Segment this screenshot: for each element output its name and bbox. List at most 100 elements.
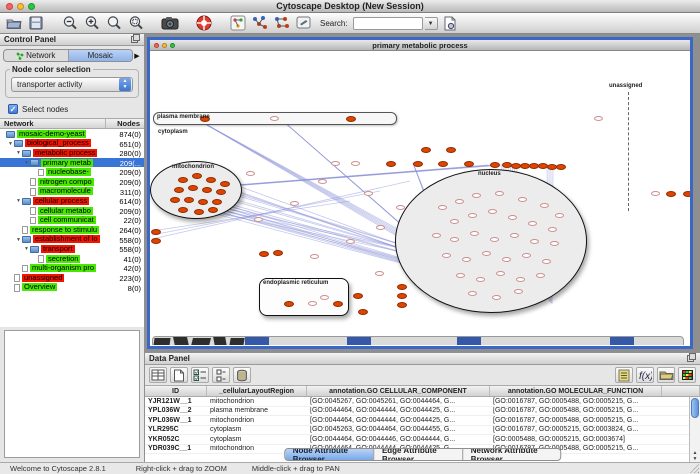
gene-node[interactable] bbox=[375, 271, 384, 276]
tree-item-label[interactable]: cellular process bbox=[33, 197, 89, 205]
column-header[interactable]: annotation.GO CELLULAR_COMPONENT bbox=[307, 386, 490, 396]
gene-node[interactable] bbox=[522, 253, 531, 258]
zoom-out-icon[interactable] bbox=[60, 14, 80, 32]
gene-node[interactable] bbox=[206, 177, 216, 183]
view-maximize-button[interactable] bbox=[170, 43, 175, 48]
gene-node[interactable] bbox=[548, 227, 557, 232]
gene-node[interactable] bbox=[364, 191, 373, 196]
view-close-button[interactable] bbox=[154, 43, 159, 48]
new-attribute-icon[interactable] bbox=[170, 367, 188, 383]
gene-node[interactable] bbox=[492, 295, 501, 300]
scrollbar-thumb[interactable] bbox=[691, 398, 699, 418]
tab-network[interactable]: Network bbox=[4, 50, 69, 61]
gene-node[interactable] bbox=[542, 259, 551, 264]
tree-row[interactable]: nitrogen compo209(0) bbox=[0, 177, 144, 187]
table-row[interactable]: YKR052Ccytoplasm[GO:0044464, GO:0044446,… bbox=[145, 435, 700, 445]
gene-node[interactable] bbox=[536, 273, 545, 278]
column-header[interactable]: annotation.GO MOLECULAR_FUNCTION bbox=[490, 386, 662, 396]
tab-edge-attribute-browser[interactable]: Edge Attribute Browser bbox=[374, 449, 463, 460]
gene-node[interactable] bbox=[421, 147, 431, 153]
tree-item-label[interactable]: cellular metabo bbox=[38, 207, 93, 215]
gene-node[interactable] bbox=[528, 221, 537, 226]
gene-node[interactable] bbox=[178, 177, 188, 183]
gene-node[interactable] bbox=[464, 161, 474, 167]
gene-node[interactable] bbox=[216, 189, 226, 195]
table-row[interactable]: YPL036W__1mitochondrion[GO:0044464, GO:0… bbox=[145, 416, 700, 426]
import-attributes-icon[interactable] bbox=[657, 367, 675, 383]
gene-node[interactable] bbox=[455, 199, 464, 204]
gene-node[interactable] bbox=[184, 197, 194, 203]
gene-node[interactable] bbox=[468, 213, 477, 218]
attribute-table-icon[interactable] bbox=[149, 367, 167, 383]
tree-item-label[interactable]: response to stimulu bbox=[30, 226, 99, 234]
gene-node[interactable] bbox=[470, 231, 479, 236]
matrix-icon[interactable] bbox=[678, 367, 696, 383]
expander-icon[interactable]: ▼ bbox=[24, 246, 29, 252]
tree-item-label[interactable]: metabolic process bbox=[33, 149, 97, 157]
tab-mosaic[interactable]: Mosaic bbox=[69, 50, 133, 61]
gene-node[interactable] bbox=[472, 193, 481, 198]
tree-row[interactable]: unassigned223(0) bbox=[0, 273, 144, 283]
tree-row[interactable]: ▼primary metab209(... bbox=[0, 158, 144, 168]
close-window-button[interactable] bbox=[6, 3, 13, 10]
tree-item-label[interactable]: primary metab bbox=[41, 159, 93, 167]
tree-row[interactable]: ▼metabolic process280(0) bbox=[0, 148, 144, 158]
gene-node[interactable] bbox=[202, 187, 212, 193]
tree-row[interactable]: secretion41(0) bbox=[0, 254, 144, 264]
gene-node[interactable] bbox=[273, 250, 283, 256]
gene-node[interactable] bbox=[178, 207, 188, 213]
gene-node[interactable] bbox=[482, 251, 491, 256]
gene-node[interactable] bbox=[174, 187, 184, 193]
camera-icon[interactable] bbox=[160, 14, 180, 32]
tree-item-label[interactable]: transport bbox=[41, 245, 75, 253]
gene-node[interactable] bbox=[397, 302, 407, 308]
gene-node[interactable] bbox=[353, 293, 363, 299]
gene-node[interactable] bbox=[308, 301, 317, 306]
zoom-selected-icon[interactable] bbox=[104, 14, 124, 32]
table-scrollbar[interactable]: ▲▼ bbox=[689, 397, 700, 462]
birds-eye-view[interactable] bbox=[4, 330, 140, 458]
gene-node[interactable] bbox=[212, 199, 222, 205]
gene-node[interactable] bbox=[540, 203, 549, 208]
tree-row[interactable]: cell communicat22(0) bbox=[0, 215, 144, 225]
resize-grip[interactable] bbox=[690, 464, 699, 473]
gene-node[interactable] bbox=[259, 251, 269, 257]
tree-row[interactable]: ▼transport558(0) bbox=[0, 244, 144, 254]
gene-node[interactable] bbox=[284, 301, 294, 307]
gene-node[interactable] bbox=[438, 205, 447, 210]
gene-node[interactable] bbox=[346, 239, 355, 244]
gene-node[interactable] bbox=[556, 164, 566, 170]
tree-item-label[interactable]: cell communicat bbox=[38, 216, 96, 224]
tab-node-attribute-browser[interactable]: Node Attribute Browser bbox=[285, 449, 374, 460]
zoom-in-icon[interactable] bbox=[82, 14, 102, 32]
select-attributes-icon[interactable] bbox=[191, 367, 209, 383]
gene-node[interactable] bbox=[456, 273, 465, 278]
gene-node[interactable] bbox=[194, 209, 204, 215]
gene-node[interactable] bbox=[496, 271, 505, 276]
gene-node[interactable] bbox=[450, 219, 459, 224]
float-panel-icon[interactable] bbox=[131, 34, 140, 45]
view-minimize-button[interactable] bbox=[162, 43, 167, 48]
gene-node[interactable] bbox=[198, 199, 208, 205]
gene-node[interactable] bbox=[476, 277, 485, 282]
search-dropdown-arrow[interactable]: ▼ bbox=[425, 17, 438, 30]
annotation-icon[interactable] bbox=[294, 14, 314, 32]
gene-node[interactable] bbox=[450, 237, 459, 242]
gene-node[interactable] bbox=[346, 116, 356, 122]
gene-node[interactable] bbox=[495, 191, 504, 196]
minimize-window-button[interactable] bbox=[17, 3, 24, 10]
tree-row[interactable]: macromolecule311(0) bbox=[0, 187, 144, 197]
gene-node[interactable] bbox=[413, 161, 423, 167]
gene-node[interactable] bbox=[397, 293, 407, 299]
gene-node[interactable] bbox=[462, 257, 471, 262]
gene-node[interactable] bbox=[220, 181, 230, 187]
tree-row[interactable]: cellular metabo209(0) bbox=[0, 206, 144, 216]
network-view-titlebar[interactable]: primary metabolic process bbox=[150, 40, 690, 51]
maximize-window-button[interactable] bbox=[28, 3, 35, 10]
gene-node[interactable] bbox=[446, 147, 456, 153]
tree-item-label[interactable]: secretion bbox=[46, 255, 80, 263]
gene-node[interactable] bbox=[170, 197, 180, 203]
gene-node[interactable] bbox=[310, 254, 319, 259]
gene-node[interactable] bbox=[208, 207, 218, 213]
gene-node[interactable] bbox=[192, 173, 202, 179]
